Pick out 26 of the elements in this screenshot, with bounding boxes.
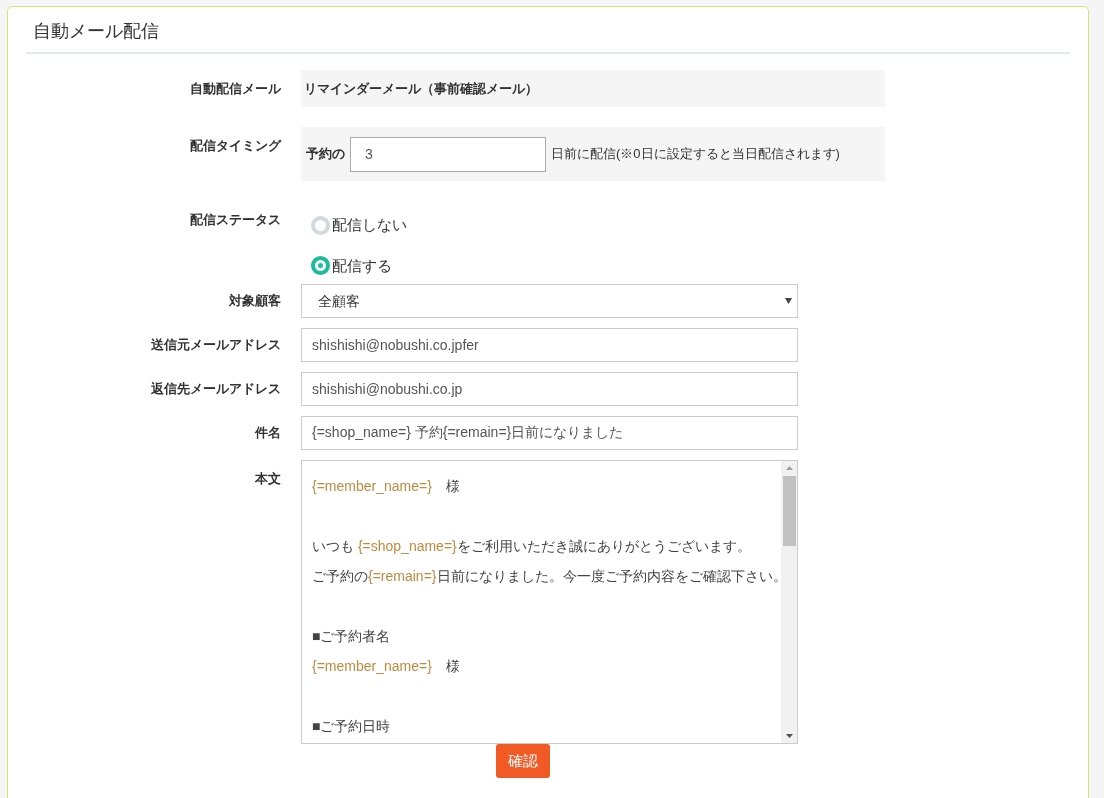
days-input[interactable]: 3 — [350, 136, 546, 172]
text-input[interactable]: {=shop_name=} 予約{=remain=}日前になりました — [301, 416, 798, 450]
info-panel: リマインダーメール（事前確認メール） — [301, 70, 885, 107]
customer-select[interactable]: 全顧客 — [301, 284, 798, 318]
timing-prefix: 予約の — [306, 145, 345, 164]
radio-label: 配信する — [332, 255, 392, 276]
timing-note: 日前に配信(※0日に設定すると当日配信されます) — [551, 145, 840, 164]
text-input[interactable]: shishishi@nobushi.co.jp — [301, 372, 798, 406]
field-label: 送信元メールアドレス — [151, 336, 281, 355]
field-label: 返信先メールアドレス — [151, 380, 281, 399]
field-label: 配信タイミング — [190, 137, 281, 155]
scroll-down-icon[interactable] — [785, 734, 793, 738]
field-label: 件名 — [255, 424, 281, 443]
radio-button[interactable] — [311, 215, 330, 235]
field-label: 本文 — [255, 470, 281, 488]
scrollbar[interactable] — [781, 461, 797, 743]
scrollbar-thumb[interactable] — [782, 476, 796, 546]
field-label: 配信ステータス — [190, 211, 281, 229]
scroll-up-icon[interactable] — [785, 466, 793, 470]
field-label: 自動配信メール — [190, 79, 281, 98]
radio-label: 配信しない — [332, 215, 407, 235]
text-input[interactable]: shishishi@nobushi.co.jpfer — [301, 328, 798, 362]
panel-title: 自動メール配信 — [33, 20, 159, 43]
field-label: 対象顧客 — [229, 292, 281, 311]
radio-button[interactable] — [311, 256, 330, 276]
dropdown-caret-icon — [785, 298, 792, 304]
